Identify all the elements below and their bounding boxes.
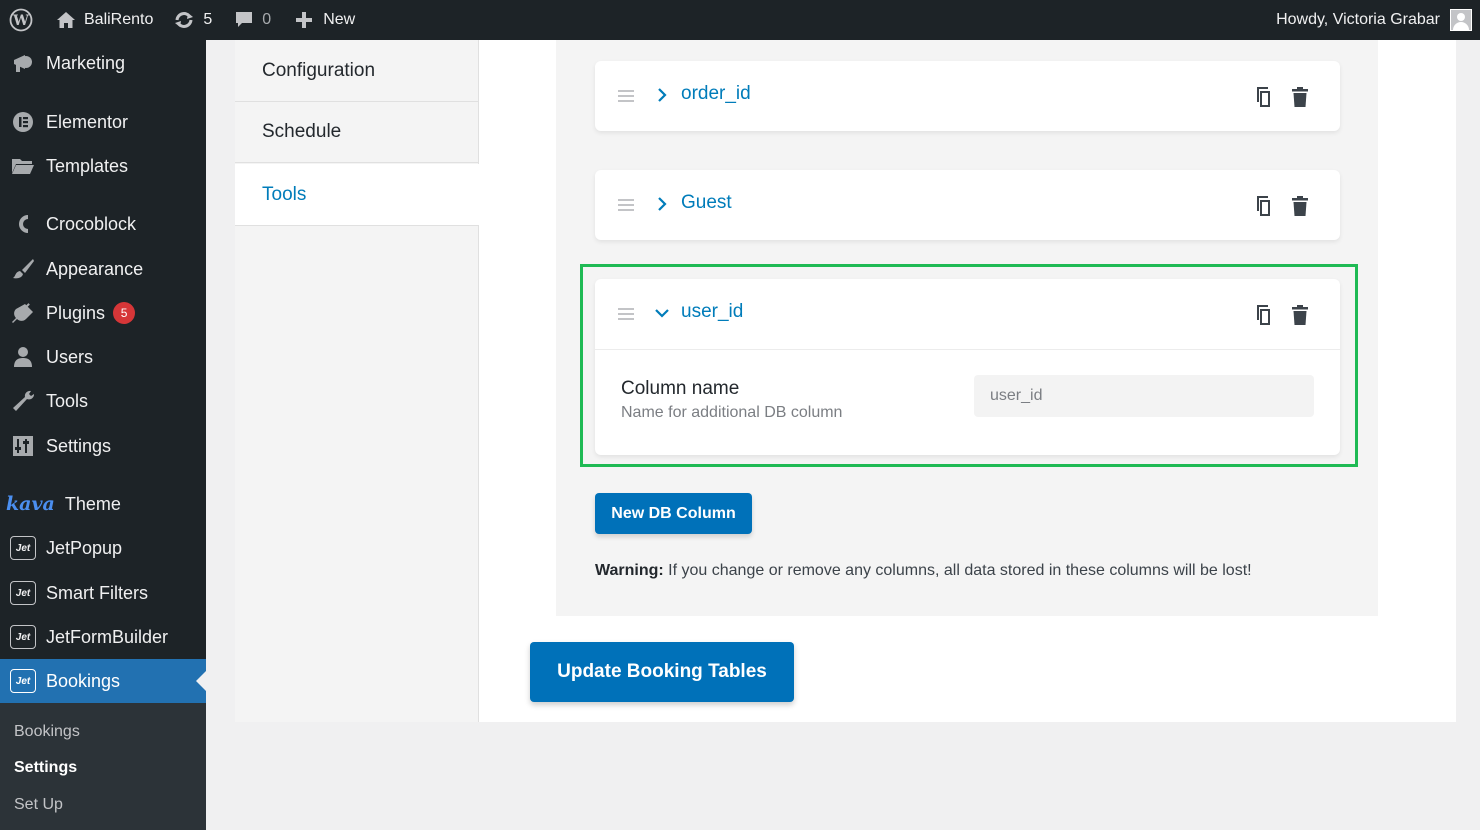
trash-icon[interactable] [1291,195,1309,217]
db-column-header[interactable]: order_id [595,61,1340,131]
sidebar-item-label: JetFormBuilder [46,626,169,647]
sidebar-item-tools[interactable]: Tools [0,381,206,421]
updates-link[interactable]: 5 [153,0,212,40]
account-menu[interactable]: Howdy, Victoria Grabar [1276,0,1480,40]
tab-tools[interactable]: Tools [235,164,479,226]
plus-icon [296,12,313,28]
comments-link[interactable]: 0 [212,0,271,40]
jet-icon: Jet [10,669,36,693]
warning-text: Warning: If you change or remove any col… [595,562,1252,580]
sidebar-item-crocoblock[interactable]: Crocoblock [0,204,206,244]
db-column-item: order_id [595,61,1340,131]
chevron-down-icon[interactable] [652,305,672,321]
db-column-item: Guest [595,170,1340,240]
comments-count: 0 [262,11,272,28]
sidebar-item-theme[interactable]: kava Theme [0,484,206,524]
admin-bar: W BaliRento 5 0 New Howdy, Victoria Grab… [0,0,1480,40]
updates-count: 5 [203,11,213,28]
db-column-item-expanded: user_id Column name Name for additional … [595,279,1340,455]
sidebar-item-label: Theme [64,493,121,514]
sidebar-item-label: Elementor [46,111,129,132]
jet-icon: Jet [10,536,36,560]
sidebar-item-bookings[interactable]: Jet Bookings [0,659,206,703]
sidebar-item-label: Users [46,346,94,367]
home-icon [57,12,75,28]
db-column-body: Column name Name for additional DB colum… [595,349,1340,455]
db-column-title[interactable]: user_id [681,301,743,323]
sidebar-item-label: Templates [46,155,129,176]
refresh-icon [175,12,194,28]
db-column-title[interactable]: order_id [681,83,751,105]
sidebar-item-marketing[interactable]: Marketing [0,43,206,83]
sidebar-item-jetformbuilder[interactable]: Jet JetFormBuilder [0,617,206,657]
comment-icon [236,12,253,27]
sidebar-item-smart-filters[interactable]: Jet Smart Filters [0,573,206,613]
sidebar-item-label: Tools [46,390,89,411]
sidebar-item-label: Appearance [46,258,144,279]
sidebar-item-label: Marketing [46,52,126,73]
sidebar-item-templates[interactable]: Templates [0,146,206,186]
settings-icon [0,435,46,457]
sidebar-item-users[interactable]: Users [0,337,206,377]
sidebar-item-label: Crocoblock [46,213,137,234]
sidebar-item-label: Smart Filters [46,582,149,603]
megaphone-icon [0,52,46,74]
copy-icon[interactable] [1253,304,1273,326]
sidebar-item-appearance[interactable]: Appearance [0,249,206,289]
warning-message: If you change or remove any columns, all… [663,562,1252,579]
jet-icon: Jet [10,581,36,605]
drag-handle-icon[interactable] [618,308,634,323]
kava-logo: kava [6,493,55,515]
column-name-label: Column name [621,378,740,399]
db-column-title[interactable]: Guest [681,192,732,214]
site-name: BaliRento [84,11,154,28]
plugins-update-badge: 5 [113,302,136,324]
tab-schedule[interactable]: Schedule [235,101,478,163]
chevron-right-icon[interactable] [655,194,669,214]
wrench-icon [0,390,46,412]
drag-handle-icon[interactable] [618,199,634,214]
tab-configuration[interactable]: Configuration [235,40,478,102]
wordpress-logo-icon[interactable]: W [0,0,42,40]
folder-icon [0,156,46,176]
drag-handle-icon[interactable] [618,90,634,105]
new-content-link[interactable]: New [271,0,355,40]
submenu-item-settings[interactable]: Settings [14,759,77,777]
sidebar-item-label: Settings [46,435,112,456]
sidebar-item-elementor[interactable]: Elementor [0,102,206,142]
settings-tabs: Configuration Schedule Tools [235,40,479,722]
sidebar-item-plugins[interactable]: Plugins 5 [0,293,206,333]
plugin-icon [0,302,46,324]
new-label: New [323,11,356,28]
sidebar-item-label: Bookings [46,670,121,691]
howdy-text: Howdy, Victoria Grabar [1276,11,1440,28]
sidebar-item-jetpopup[interactable]: Jet JetPopup [0,528,206,568]
bookings-submenu: Bookings Settings Set Up [0,703,206,830]
jet-icon: Jet [10,625,36,649]
trash-icon[interactable] [1291,304,1309,326]
db-column-header[interactable]: user_id [595,279,1340,349]
site-name-link[interactable]: BaliRento [42,0,153,40]
paintbrush-icon [0,258,46,280]
users-icon [0,346,46,368]
sidebar-item-label: Plugins [46,302,106,323]
copy-icon[interactable] [1253,195,1273,217]
new-db-column-button[interactable]: New DB Column [595,493,752,534]
crocoblock-icon [0,212,46,236]
svg-text:W: W [12,13,29,29]
avatar [1450,9,1472,31]
sidebar-item-label: JetPopup [46,537,123,558]
submenu-item-set-up[interactable]: Set Up [14,796,63,814]
update-booking-tables-button[interactable]: Update Booking Tables [530,642,794,702]
sidebar-item-settings[interactable]: Settings [0,426,206,466]
copy-icon[interactable] [1253,86,1273,108]
db-column-header[interactable]: Guest [595,170,1340,240]
warning-prefix: Warning: [595,562,664,579]
trash-icon[interactable] [1291,86,1309,108]
column-name-description: Name for additional DB column [621,404,843,421]
submenu-item-bookings[interactable]: Bookings [14,723,80,741]
elementor-icon [0,111,46,133]
chevron-right-icon[interactable] [655,85,669,105]
column-name-input[interactable] [974,375,1314,417]
